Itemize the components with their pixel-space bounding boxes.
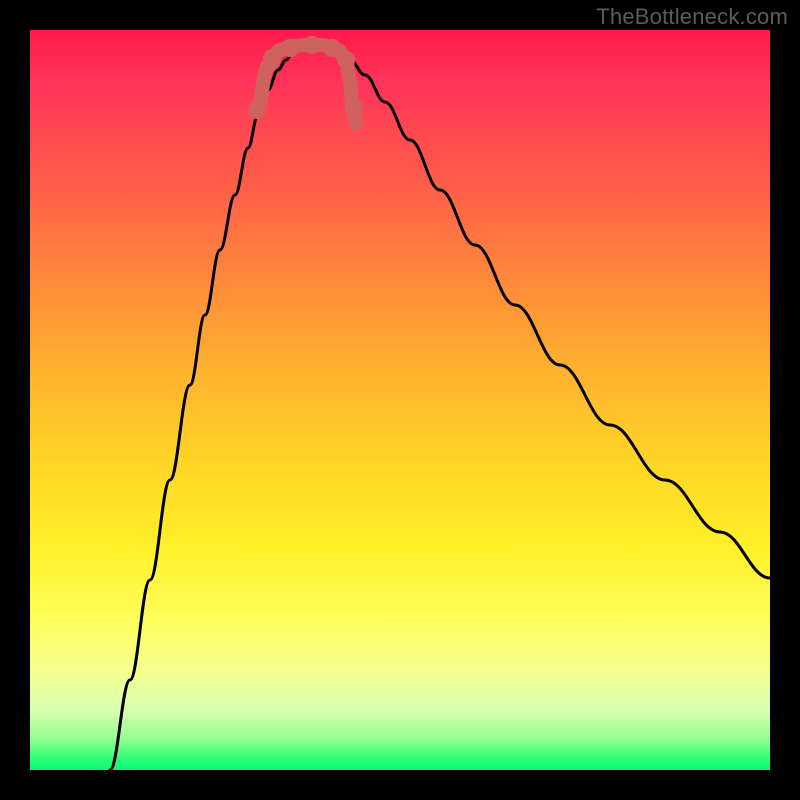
valley-dot (323, 39, 341, 57)
plot-area (30, 30, 770, 770)
valley-dot (248, 101, 266, 119)
valley-dot (337, 51, 355, 69)
valley-dot (281, 39, 299, 57)
valley-dot (345, 99, 363, 117)
chart-container: TheBottleneck.com (0, 0, 800, 800)
watermark-text: TheBottleneck.com (596, 4, 788, 30)
right-curve-path (340, 54, 770, 578)
left-curve-path (110, 54, 292, 770)
valley-dot (303, 36, 321, 54)
chart-overlay-svg (30, 30, 770, 770)
valley-dot (263, 49, 281, 67)
